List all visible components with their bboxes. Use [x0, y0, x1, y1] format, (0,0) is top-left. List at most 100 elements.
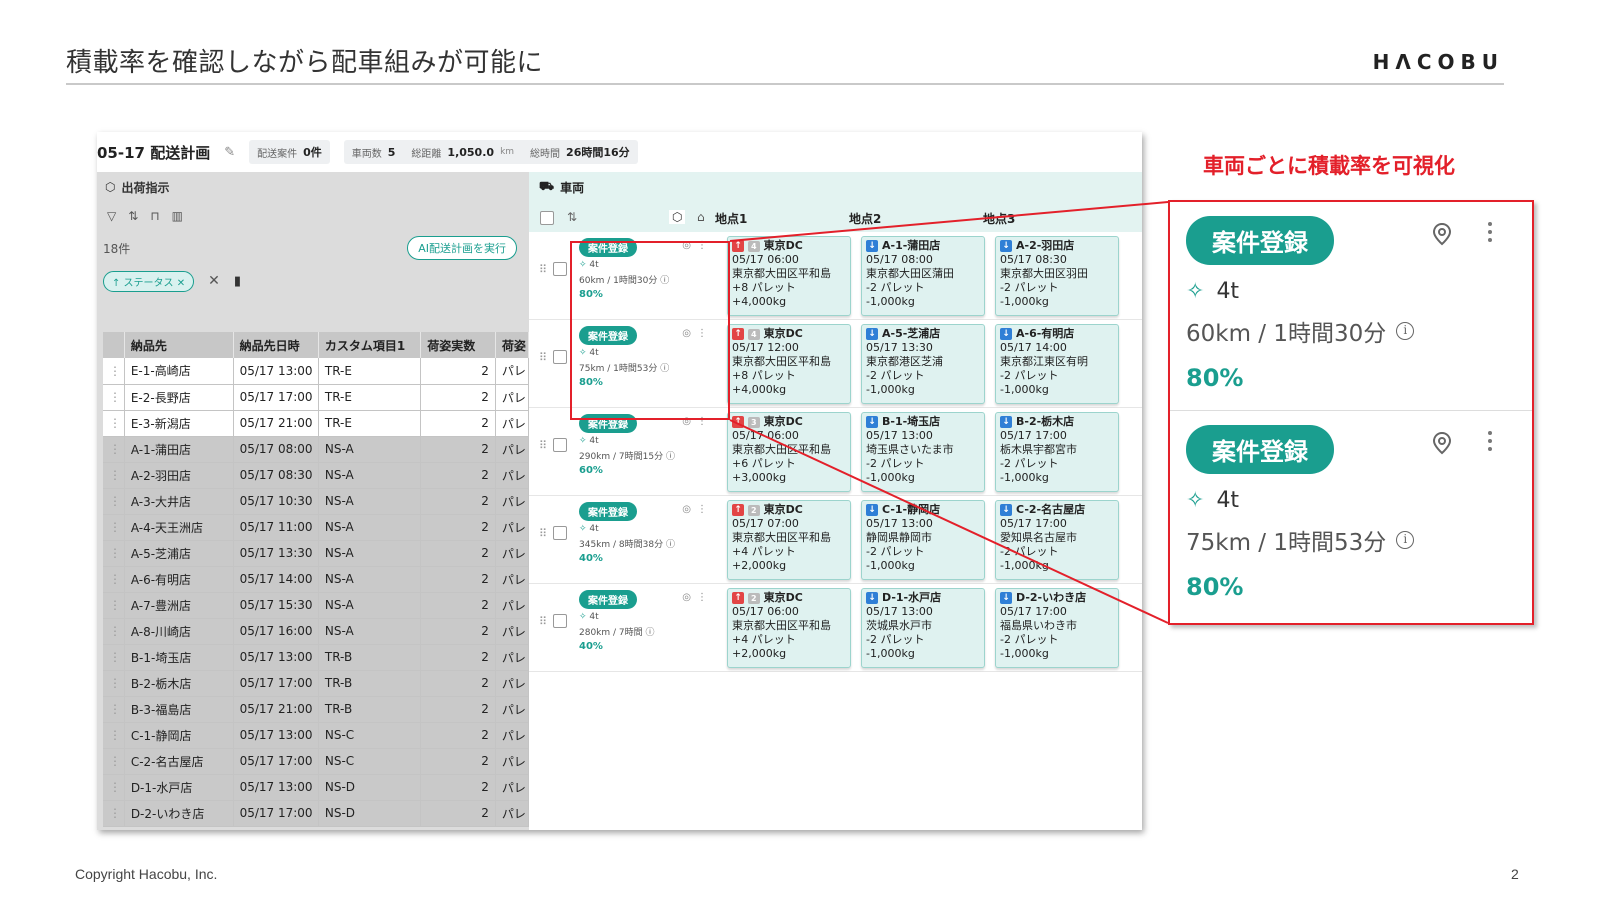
box-toggle-icon[interactable]: ⬡	[669, 210, 686, 224]
location-pin-icon[interactable]: ◎	[682, 592, 697, 603]
drag-handle-icon[interactable]: ⋮	[103, 774, 125, 801]
location-pin-icon[interactable]	[1432, 431, 1452, 455]
drag-handle-icon[interactable]: ⠿	[539, 263, 547, 276]
case-register-tag[interactable]: 案件登録	[1186, 216, 1334, 265]
table-row[interactable]: ⋮ A-8-川崎店 05/17 16:00 NS-A 2 パレ	[103, 618, 530, 645]
drag-handle-icon[interactable]: ⋮	[103, 540, 125, 567]
drag-handle-icon[interactable]: ⋮	[103, 462, 125, 489]
drag-handle-icon[interactable]: ⋮	[103, 800, 125, 827]
column-header[interactable]: 納品先	[124, 332, 234, 358]
drag-handle-icon[interactable]: ⠿	[539, 527, 547, 540]
columns-icon[interactable]: ▥	[172, 209, 183, 223]
more-menu-icon[interactable]: ⋮	[697, 592, 713, 603]
drag-handle-icon[interactable]: ⋮	[103, 488, 125, 515]
stop-card[interactable]: ↓ D-2-いわき店 05/17 17:00 福島県いわき市 -2 パレット -1,000…	[995, 588, 1119, 668]
info-icon[interactable]: ⓘ	[666, 540, 675, 550]
vehicle-card[interactable]: 案件登録 ◎⋮ ✧ 4t 280km / 7時間 ⓘ 40%	[573, 586, 725, 670]
stop-card[interactable]: ↑ 3 東京DC 05/17 06:00 東京都大田区平和島 +6 パレット +3,000k…	[727, 412, 851, 492]
stop-card[interactable]: ↓ A-5-芝浦店 05/17 13:30 東京都港区芝浦 -2 パレット -1,000k…	[861, 324, 985, 404]
select-all-checkbox[interactable]	[540, 211, 554, 225]
stop-card[interactable]: ↓ A-6-有明店 05/17 14:00 東京都江東区有明 -2 パレット -1,000…	[995, 324, 1119, 404]
case-register-tag[interactable]: 案件登録	[1186, 425, 1334, 474]
vehicle-checkbox[interactable]	[553, 438, 568, 452]
filter-icon[interactable]: ▽	[107, 209, 116, 223]
sort-icon[interactable]: ⇅	[567, 210, 577, 224]
column-header[interactable]: 荷姿実数	[420, 332, 496, 358]
table-row[interactable]: ⋮ E-1-高崎店 05/17 13:00 TR-E 2 パレ	[103, 358, 530, 385]
drag-handle-icon[interactable]: ⋮	[103, 358, 125, 385]
drag-handle-icon[interactable]: ⋮	[103, 436, 125, 463]
stop-card[interactable]: ↓ C-2-名古屋店 05/17 17:00 愛知県名古屋市 -2 パレット -1,000…	[995, 500, 1119, 580]
vehicle-card[interactable]: 案件登録 ◎⋮ ✧ 4t 290km / 7時間15分 ⓘ 60%	[573, 410, 725, 494]
vehicle-card[interactable]: 案件登録 ◎⋮ ✧ 4t 345km / 8時間38分 ⓘ 40%	[573, 498, 725, 582]
location-pin-icon[interactable]	[1432, 222, 1452, 246]
drag-handle-icon[interactable]: ⋮	[103, 618, 125, 645]
drag-handle-icon[interactable]: ⋮	[103, 592, 125, 619]
info-icon[interactable]: i	[1396, 322, 1415, 340]
drag-handle-icon[interactable]: ⋮	[103, 410, 125, 437]
table-row[interactable]: ⋮ E-3-新潟店 05/17 21:00 TR-E 2 パレ	[103, 410, 530, 437]
info-icon[interactable]: ⓘ	[666, 452, 675, 462]
vehicle-checkbox[interactable]	[553, 526, 568, 540]
drag-handle-icon[interactable]: ⋮	[103, 696, 125, 723]
stop-card[interactable]: ↓ A-1-蒲田店 05/17 08:00 東京都大田区蒲田 -2 パレット -1,000…	[861, 236, 985, 316]
drag-handle-icon[interactable]: ⋮	[103, 748, 125, 775]
pencil-icon[interactable]: ✎	[224, 145, 235, 160]
clear-filters-icon[interactable]: ✕	[208, 273, 220, 289]
table-row[interactable]: ⋮ A-4-天王洲店 05/17 11:00 NS-A 2 パレ	[103, 514, 530, 541]
vehicle-checkbox[interactable]	[553, 614, 568, 628]
drag-handle-icon[interactable]: ⋮	[103, 514, 125, 541]
table-row[interactable]: ⋮ D-2-いわき店 05/17 17:00 NS-D 2 パレ	[103, 800, 530, 827]
table-row[interactable]: ⋮ A-7-豊洲店 05/17 15:30 NS-A 2 パレ	[103, 592, 530, 619]
vehicle-checkbox[interactable]	[553, 262, 568, 276]
table-row[interactable]: ⋮ B-1-埼玉店 05/17 13:00 TR-B 2 パレ	[103, 644, 530, 671]
stop-card[interactable]: ↓ C-1-静岡店 05/17 13:00 静岡県静岡市 -2 パレット -1,000kg	[861, 500, 985, 580]
table-row[interactable]: ⋮ A-2-羽田店 05/17 08:30 NS-A 2 パレ	[103, 462, 530, 489]
more-menu-icon[interactable]	[1488, 431, 1494, 455]
column-header[interactable]: カスタム項目1	[318, 332, 422, 358]
vehicle-checkbox[interactable]	[553, 350, 568, 364]
info-icon[interactable]: i	[1396, 531, 1415, 549]
stop-card[interactable]: ↑ 2 東京DC 05/17 06:00 東京都大田区平和島 +4 パレット +2,000k…	[727, 588, 851, 668]
bookmark-filled-icon[interactable]: ▮	[234, 274, 241, 289]
stop-card[interactable]: ↓ A-2-羽田店 05/17 08:30 東京都大田区羽田 -2 パレット -1,000…	[995, 236, 1119, 316]
drag-handle-icon[interactable]: ⠿	[539, 615, 547, 628]
info-icon[interactable]: ⓘ	[646, 628, 655, 638]
stop-card[interactable]: ↓ B-2-栃木店 05/17 17:00 栃木県宇都宮市 -2 パレット -1,000k…	[995, 412, 1119, 492]
shipment-count-row: 18件 AI配送計画を実行	[97, 230, 529, 266]
location-pin-icon[interactable]: ◎	[682, 504, 697, 515]
table-row[interactable]: ⋮ C-2-名古屋店 05/17 17:00 NS-C 2 パレ	[103, 748, 530, 775]
table-row[interactable]: ⋮ E-2-長野店 05/17 17:00 TR-E 2 パレ	[103, 384, 530, 411]
case-register-tag[interactable]: 案件登録	[579, 502, 637, 521]
table-row[interactable]: ⋮ A-5-芝浦店 05/17 13:30 NS-A 2 パレ	[103, 540, 530, 567]
drag-handle-icon[interactable]: ⋮	[103, 566, 125, 593]
more-menu-icon[interactable]	[1488, 222, 1494, 246]
ai-plan-button[interactable]: AI配送計画を実行	[407, 236, 517, 260]
drag-handle-icon[interactable]: ⋮	[103, 722, 125, 749]
more-menu-icon[interactable]: ⋮	[697, 504, 713, 515]
table-row[interactable]: ⋮ B-2-栃木店 05/17 17:00 TR-B 2 パレ	[103, 670, 530, 697]
lock-icon[interactable]: ⌂	[697, 210, 705, 224]
table-row[interactable]: ⋮ B-3-福島店 05/17 21:00 TR-B 2 パレ	[103, 696, 530, 723]
stop-card[interactable]: ↑ 4 東京DC 05/17 06:00 東京都大田区平和島 +8 パレット +4,000k…	[727, 236, 851, 316]
drag-handle-icon[interactable]: ⋮	[103, 644, 125, 671]
table-row[interactable]: ⋮ A-1-蒲田店 05/17 08:00 NS-A 2 パレ	[103, 436, 530, 463]
drag-handle-icon[interactable]: ⠿	[539, 439, 547, 452]
column-header[interactable]: 納品先日時	[233, 332, 319, 358]
sort-icon[interactable]: ⇅	[128, 209, 138, 223]
stop-card[interactable]: ↑ 2 東京DC 05/17 07:00 東京都大田区平和島 +4 パレット +2,000k…	[727, 500, 851, 580]
table-row[interactable]: ⋮ A-6-有明店 05/17 14:00 NS-A 2 パレ	[103, 566, 530, 593]
drag-handle-icon[interactable]: ⋮	[103, 384, 125, 411]
drag-handle-icon[interactable]: ⠿	[539, 351, 547, 364]
table-row[interactable]: ⋮ C-1-静岡店 05/17 13:00 NS-C 2 パレ	[103, 722, 530, 749]
column-header[interactable]: 荷姿	[495, 332, 530, 358]
case-register-tag[interactable]: 案件登録	[579, 590, 637, 609]
stop-card[interactable]: ↑ 4 東京DC 05/17 12:00 東京都大田区平和島 +8 パレット +4,000k…	[727, 324, 851, 404]
stop-card[interactable]: ↓ D-1-水戸店 05/17 13:00 茨城県水戸市 -2 パレット -1,000kg	[861, 588, 985, 668]
stop-card[interactable]: ↓ B-1-埼玉店 05/17 13:00 埼玉県さいたま市 -2 パレット -1,000…	[861, 412, 985, 492]
drag-handle-icon[interactable]: ⋮	[103, 670, 125, 697]
table-row[interactable]: ⋮ D-1-水戸店 05/17 13:00 NS-D 2 パレ	[103, 774, 530, 801]
table-row[interactable]: ⋮ A-3-大井店 05/17 10:30 NS-A 2 パレ	[103, 488, 530, 515]
status-filter-chip[interactable]: ↑ ステータス ✕	[103, 270, 195, 292]
bookmark-icon[interactable]: ⊓	[150, 209, 159, 223]
